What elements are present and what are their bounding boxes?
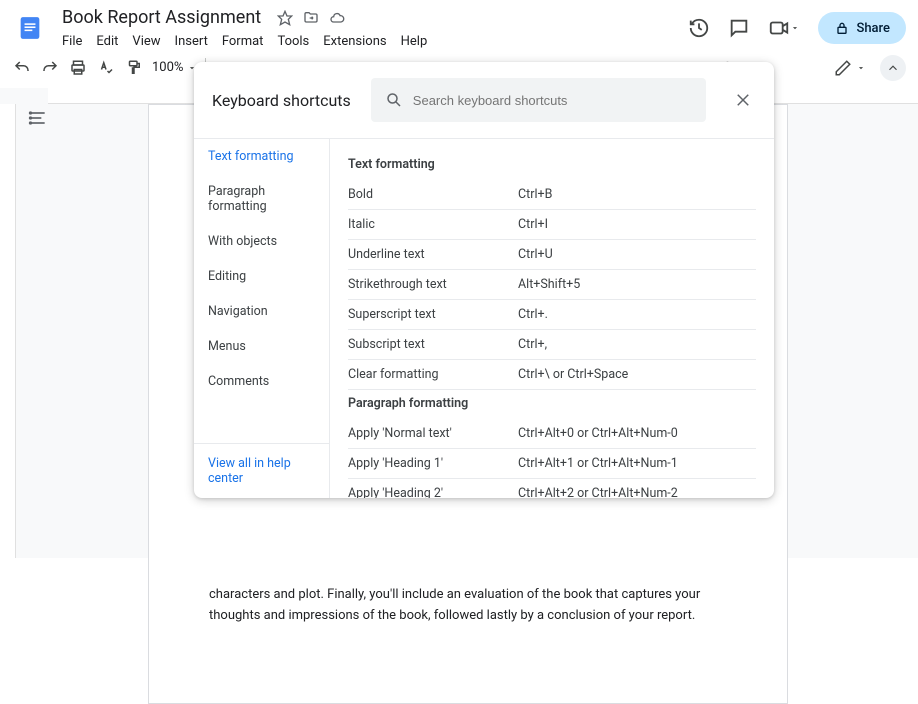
shortcut-row: Subscript textCtrl+,: [348, 330, 756, 360]
shortcut-row: Apply 'Heading 1'Ctrl+Alt+1 or Ctrl+Alt+…: [348, 449, 756, 479]
spellcheck-icon[interactable]: [96, 58, 116, 78]
search-icon: [385, 91, 403, 109]
shortcut-name: Superscript text: [348, 307, 518, 322]
menu-bar: File Edit View Insert Format Tools Exten…: [56, 32, 688, 51]
redo-icon[interactable]: [40, 58, 60, 78]
dialog-title: Keyboard shortcuts: [212, 91, 351, 110]
editing-mode-button[interactable]: [834, 59, 866, 77]
shortcut-key: Ctrl+Alt+0 or Ctrl+Alt+Num-0: [518, 426, 756, 441]
sidebar-item-with-objects[interactable]: With objects: [194, 224, 329, 259]
shortcut-key: Ctrl+U: [518, 247, 756, 262]
menu-extensions[interactable]: Extensions: [317, 32, 392, 51]
search-input-field[interactable]: [413, 93, 692, 108]
shortcut-row: Strikethrough textAlt+Shift+5: [348, 270, 756, 300]
share-label: Share: [856, 21, 890, 36]
shortcut-key: Ctrl+,: [518, 337, 756, 352]
keyboard-shortcuts-dialog: Keyboard shortcuts Text formatting Parag…: [194, 62, 774, 498]
cloud-status-icon[interactable]: [329, 10, 345, 26]
paint-format-icon[interactable]: [124, 58, 144, 78]
share-button[interactable]: Share: [818, 12, 906, 44]
sidebar-item-navigation[interactable]: Navigation: [194, 294, 329, 329]
shortcut-key: Ctrl+I: [518, 217, 756, 232]
menu-format[interactable]: Format: [216, 32, 270, 51]
shortcut-key: Ctrl+Alt+2 or Ctrl+Alt+Num-2: [518, 486, 756, 498]
shortcuts-content[interactable]: Text formattingBoldCtrl+BItalicCtrl+IUnd…: [330, 139, 774, 498]
menu-insert[interactable]: Insert: [169, 32, 214, 51]
shortcuts-sidebar: Text formatting Paragraph formatting Wit…: [194, 139, 330, 498]
sidebar-item-menus[interactable]: Menus: [194, 329, 329, 364]
shortcut-key: Ctrl+\ or Ctrl+Space: [518, 367, 756, 382]
star-icon[interactable]: [277, 10, 293, 26]
close-dialog-button[interactable]: [730, 87, 756, 113]
shortcut-name: Clear formatting: [348, 367, 518, 382]
print-icon[interactable]: [68, 58, 88, 78]
shortcut-name: Italic: [348, 217, 518, 232]
sidebar-item-paragraph-formatting[interactable]: Paragraph formatting: [194, 174, 329, 224]
collapse-toolbar-button[interactable]: [880, 55, 906, 81]
chevron-up-icon: [886, 61, 900, 75]
shortcut-row: BoldCtrl+B: [348, 180, 756, 210]
history-icon[interactable]: [688, 17, 710, 39]
shortcut-row: ItalicCtrl+I: [348, 210, 756, 240]
sidebar-item-comments[interactable]: Comments: [194, 364, 329, 399]
comments-icon[interactable]: [728, 17, 750, 39]
pencil-icon: [834, 59, 852, 77]
close-icon: [734, 91, 752, 109]
shortcut-key: Ctrl+.: [518, 307, 756, 322]
shortcut-key: Alt+Shift+5: [518, 277, 756, 292]
shortcut-row: Apply 'Heading 2'Ctrl+Alt+2 or Ctrl+Alt+…: [348, 479, 756, 498]
shortcut-name: Apply 'Normal text': [348, 426, 518, 441]
shortcut-row: Apply 'Normal text'Ctrl+Alt+0 or Ctrl+Al…: [348, 419, 756, 449]
shortcut-name: Subscript text: [348, 337, 518, 352]
docs-logo-icon[interactable]: [12, 10, 48, 46]
shortcut-name: Bold: [348, 187, 518, 202]
menu-help[interactable]: Help: [395, 32, 434, 51]
menu-tools[interactable]: Tools: [271, 32, 315, 51]
section-title: Text formatting: [348, 151, 756, 180]
shortcut-name: Apply 'Heading 1': [348, 456, 518, 471]
document-title[interactable]: Book Report Assignment: [56, 5, 267, 30]
shortcut-row: Clear formattingCtrl+\ or Ctrl+Space: [348, 360, 756, 390]
shortcut-key: Ctrl+B: [518, 187, 756, 202]
zoom-dropdown[interactable]: 100%: [152, 60, 197, 75]
lock-icon: [834, 20, 850, 36]
outline-toggle-icon[interactable]: [28, 108, 48, 128]
vertical-ruler[interactable]: [0, 104, 16, 558]
shortcut-name: Underline text: [348, 247, 518, 262]
view-all-help-link[interactable]: View all in help center: [194, 443, 329, 498]
menu-edit[interactable]: Edit: [90, 32, 124, 51]
meet-icon[interactable]: [768, 17, 800, 39]
shortcut-row: Superscript textCtrl+.: [348, 300, 756, 330]
shortcut-key: Ctrl+Alt+1 or Ctrl+Alt+Num-1: [518, 456, 756, 471]
sidebar-item-text-formatting[interactable]: Text formatting: [194, 139, 329, 174]
shortcut-row: Underline textCtrl+U: [348, 240, 756, 270]
move-folder-icon[interactable]: [303, 10, 319, 26]
shortcut-name: Apply 'Heading 2': [348, 486, 518, 498]
search-shortcuts-input[interactable]: [371, 78, 706, 122]
shortcut-name: Strikethrough text: [348, 277, 518, 292]
sidebar-item-editing[interactable]: Editing: [194, 259, 329, 294]
undo-icon[interactable]: [12, 58, 32, 78]
section-title: Paragraph formatting: [348, 390, 756, 419]
menu-view[interactable]: View: [126, 32, 166, 51]
menu-file[interactable]: File: [56, 32, 88, 51]
